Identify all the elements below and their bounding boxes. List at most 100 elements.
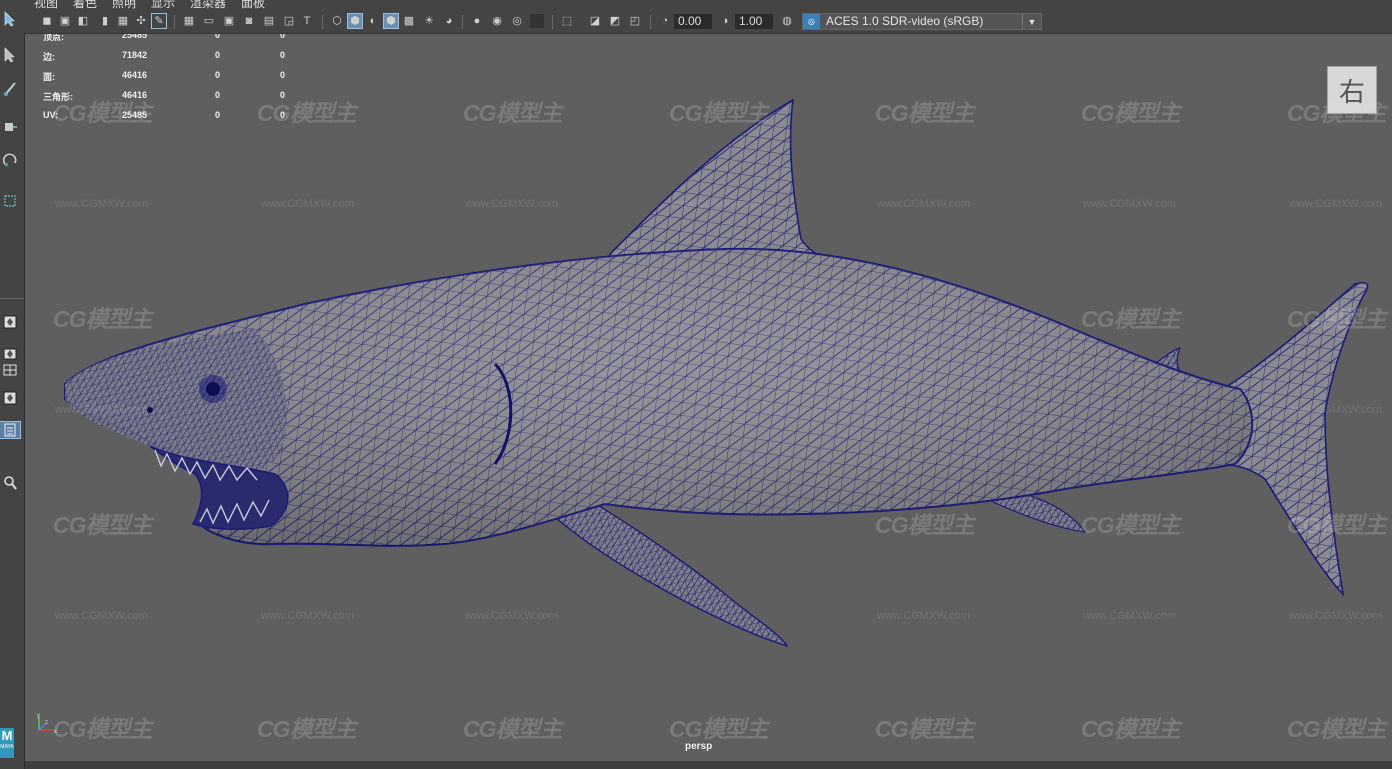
maya-logo: M MAYA (0, 728, 14, 758)
toolbar-separator (322, 15, 323, 29)
persp-viewport[interactable]: CG模型主 CG模型主 CG模型主 CG模型主 CG模型主 CG模型主 CG模型… (25, 34, 1392, 761)
watermark-logo: CG模型主 (53, 306, 152, 332)
viewport-bottom-border (25, 761, 1392, 769)
gamma-field[interactable]: 1.00 (735, 14, 773, 29)
hud-value: 71842 (122, 50, 148, 60)
shark-wireframe-model[interactable] (25, 34, 1392, 761)
camera-attributes-icon[interactable]: ▣ (58, 14, 72, 28)
menu-show[interactable]: 显示 (151, 0, 175, 9)
wireframe-icon[interactable]: ⬡ (330, 14, 344, 28)
watermark-url: www.CGMXW.com (671, 198, 764, 210)
safe-title-icon[interactable]: T (300, 14, 314, 28)
textured-icon[interactable]: ▩ (402, 14, 416, 28)
select-camera-icon[interactable]: ◼ (40, 14, 54, 28)
field-chart-icon[interactable]: ▤ (262, 14, 276, 28)
xray-icon[interactable]: ◪ (588, 14, 602, 28)
2d-pan-zoom-icon[interactable]: ✣ (134, 14, 148, 28)
hud-components: 0 (280, 50, 286, 60)
paint-select-icon[interactable] (0, 78, 20, 100)
menu-panels[interactable]: 面板 (241, 0, 265, 9)
axis-z-label: z (45, 720, 48, 726)
single-pane-layout-icon[interactable] (0, 314, 20, 330)
watermark-logo: CG模型主 (1287, 716, 1386, 742)
menu-shading[interactable]: 着色 (73, 0, 97, 9)
hud-label: 顶点: (43, 34, 64, 42)
isolate-select-icon[interactable]: ⬚ (560, 14, 574, 28)
color-management-icon[interactable]: ◍ (780, 14, 794, 28)
view-cube-face-label: 右 (1338, 77, 1365, 108)
hud-label: 面: (43, 72, 55, 82)
watermark-logo: CG模型主 (53, 512, 152, 538)
watermark-url: www.CGMXW.com (55, 610, 148, 622)
layout-side-icon[interactable] (0, 390, 20, 406)
watermark-url: www.CGMXW.com (1289, 404, 1382, 416)
bookmark-icon[interactable]: ▮ (98, 14, 112, 28)
hud-components: 0 (280, 90, 286, 100)
smooth-shade-icon[interactable]: ⬢ (347, 13, 363, 29)
view-cube[interactable]: 右 (1327, 66, 1377, 114)
hud-row-uvs: UV: 25485 0 0 (43, 110, 303, 130)
watermark-logo: CG模型主 (875, 716, 974, 742)
maya-window: M MAYA 视图 着色 照明 显示 渲染器 面板 ◼ ▣ ◧ ▮ ▦ ✣ ✎ … (0, 0, 1392, 769)
view-transform-label: ACES 1.0 SDR-video (sRGB) (826, 14, 984, 28)
safe-action-icon[interactable]: ◲ (282, 14, 296, 28)
scale-tool-icon[interactable] (0, 190, 20, 212)
menu-lighting[interactable]: 照明 (112, 0, 136, 9)
menu-view[interactable]: 视图 (34, 0, 58, 9)
default-lighting-icon[interactable]: ◐ (366, 14, 380, 28)
hud-row-faces: 面: 46416 0 0 (43, 70, 303, 90)
rotate-tool-icon[interactable] (0, 150, 20, 172)
select-tool-icon[interactable] (0, 8, 20, 30)
axis-gizmo: x y z (37, 713, 57, 735)
chevron-down-icon[interactable]: ▼ (1022, 14, 1041, 29)
layout-four-icon[interactable] (0, 362, 20, 378)
view-transform-dropdown[interactable]: ◎ ACES 1.0 SDR-video (sRGB) ▼ (802, 13, 1042, 30)
toolbar-separator (552, 15, 553, 29)
watermark-url: www.CGMXW.com (55, 404, 148, 416)
wireframe-on-shaded-icon[interactable]: ⬢ (383, 13, 399, 29)
lasso-select-icon[interactable] (0, 44, 20, 66)
motion-blur-icon[interactable]: ◉ (490, 14, 504, 28)
hud-value: 46416 (122, 90, 148, 100)
toolbar-separator (462, 15, 463, 29)
hud-row-triangles: 三角形: 46416 0 0 (43, 90, 303, 110)
depth-of-field-icon[interactable] (530, 14, 544, 28)
grid-icon[interactable]: ▦ (182, 14, 196, 28)
image-plane-icon[interactable]: ▦ (116, 14, 130, 28)
axis-y-label: y (37, 713, 40, 719)
anti-aliasing-icon[interactable]: ◎ (510, 14, 524, 28)
hud-selected: 0 (215, 110, 221, 120)
gate-mask-icon[interactable]: ◙ (242, 14, 256, 28)
use-all-lights-icon[interactable]: ☀ (422, 14, 436, 28)
toolbar-separator (650, 15, 651, 29)
magnify-icon[interactable] (0, 472, 20, 494)
gamma-icon[interactable]: ◑ (718, 14, 732, 28)
resolution-gate-icon[interactable]: ▣ (222, 14, 236, 28)
watermark-logo: CG模型主 (1081, 100, 1180, 126)
xray-components-icon[interactable]: ◰ (628, 14, 642, 28)
xray-joints-icon[interactable]: ◩ (608, 14, 622, 28)
hud-label: 三角形: (43, 92, 73, 102)
film-gate-icon[interactable]: ▭ (202, 14, 216, 28)
hud-selected: 0 (215, 34, 221, 40)
watermark-logo: CG模型主 (669, 716, 768, 742)
grease-pencil-icon[interactable]: ✎ (151, 13, 167, 29)
shadows-icon[interactable]: ◕ (442, 14, 456, 28)
watermark-logo: CG模型主 (669, 100, 768, 126)
exposure-icon[interactable]: ◔ (658, 14, 672, 28)
hud-value: 46416 (122, 70, 148, 80)
layout-two-icon[interactable] (0, 346, 20, 362)
bookmark-camera-icon[interactable]: ◧ (76, 14, 90, 28)
hud-value: 25485 (122, 34, 148, 40)
exposure-field[interactable]: 0.00 (674, 14, 712, 29)
panel-toolbar: ◼ ▣ ◧ ▮ ▦ ✣ ✎ ▦ ▭ ▣ ◙ ▤ ◲ T ⬡ ⬢ ◐ ⬢ ▩ ☀ … (24, 9, 1392, 34)
watermark-logo: CG模型主 (1287, 306, 1386, 332)
watermark-url: www.CGMXW.com (877, 610, 970, 622)
move-tool-icon[interactable] (0, 116, 20, 138)
hud-components: 0 (280, 110, 286, 120)
screen-space-ao-icon[interactable]: ● (470, 14, 484, 28)
hud-row-edges: 边: 71842 0 0 (43, 50, 303, 70)
watermark-url: www.CGMXW.com (55, 198, 148, 210)
menu-renderer[interactable]: 渲染器 (190, 0, 226, 9)
outliner-layout-icon[interactable] (0, 421, 21, 439)
